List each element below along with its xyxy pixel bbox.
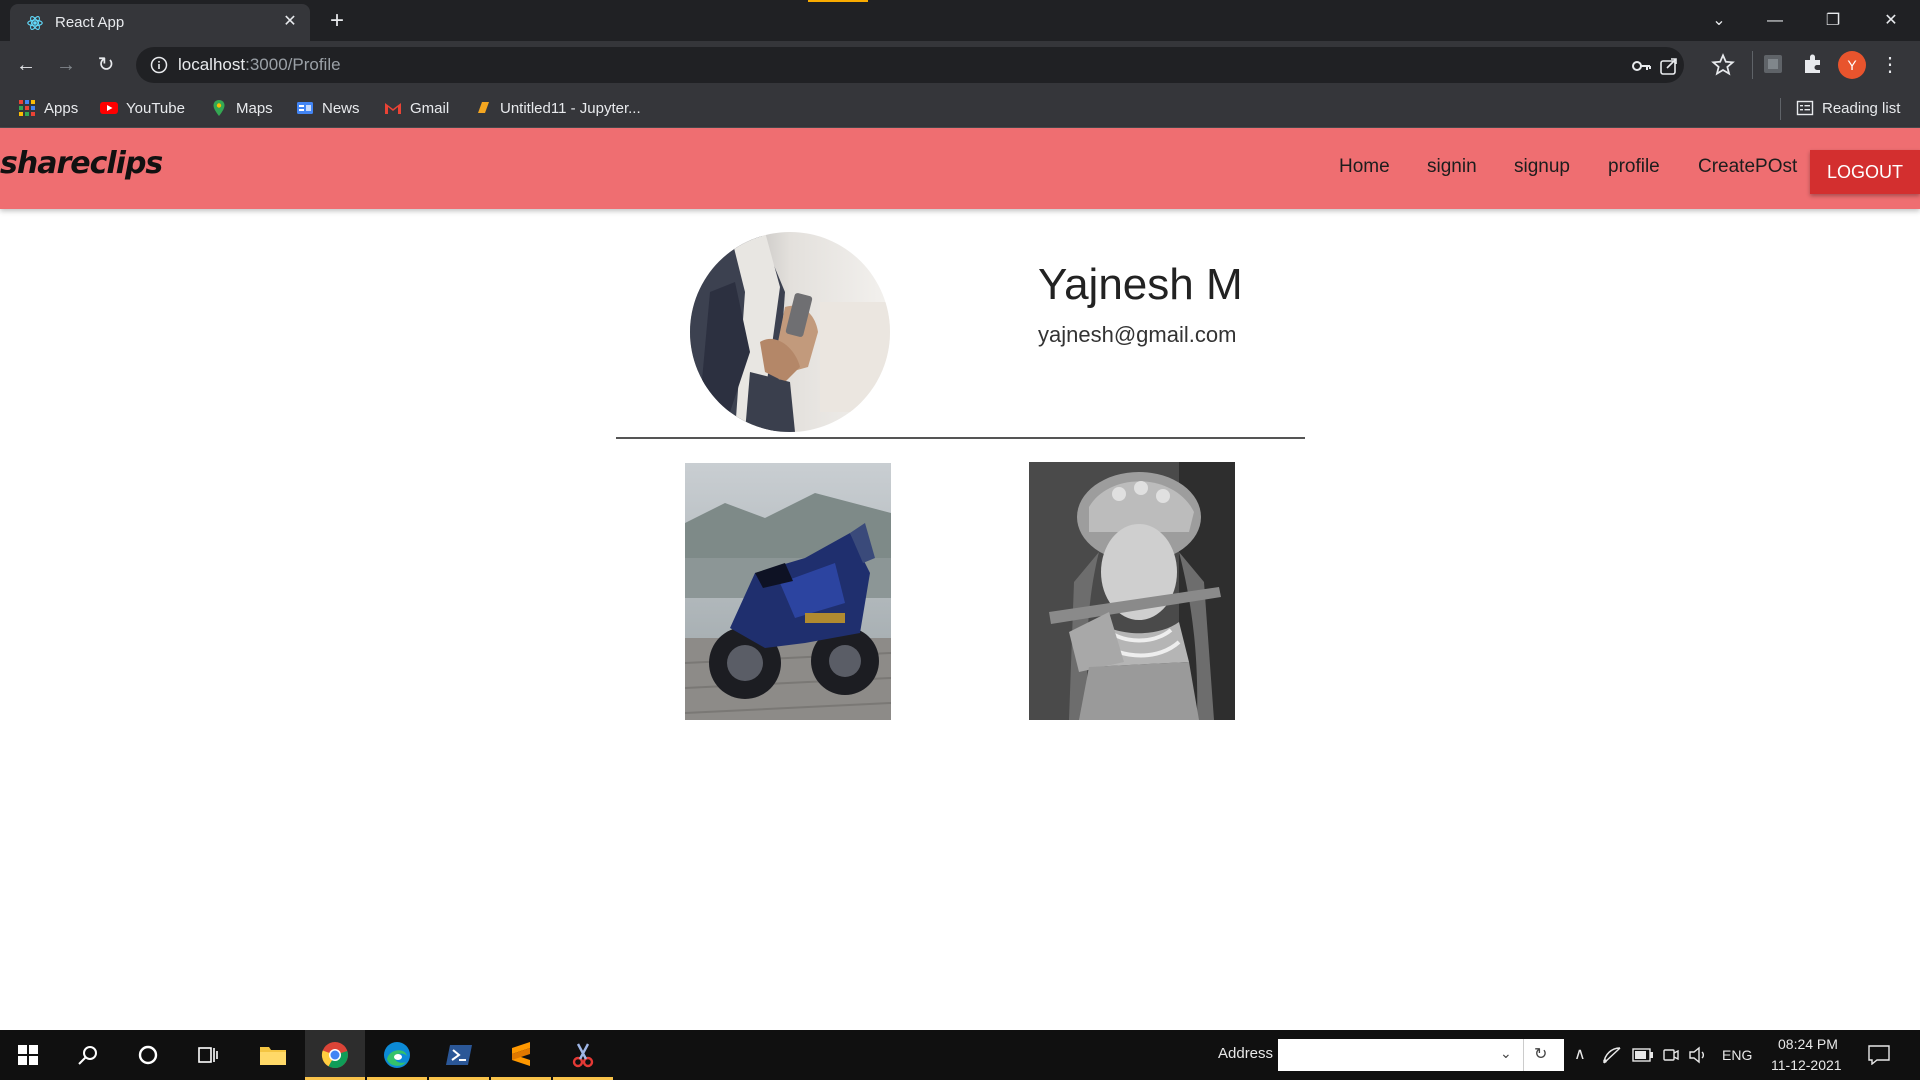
search-taskbar-button[interactable] <box>60 1030 120 1080</box>
windows-taskbar: Address ⌄ ↻ ∧ ENG 08:24 PM 11-12-2021 <box>0 1030 1920 1080</box>
gmail-icon <box>385 103 401 114</box>
nav-createpost-link[interactable]: CreatePOst <box>1698 156 1797 178</box>
reading-list-icon <box>1796 100 1814 116</box>
profile-email: yajnesh@gmail.com <box>1038 322 1237 347</box>
chrome-icon <box>321 1042 348 1069</box>
maps-icon <box>213 100 225 116</box>
apps-grid-icon <box>19 100 35 116</box>
powershell-taskbar-button[interactable] <box>429 1030 489 1080</box>
snipping-tool-taskbar-button[interactable] <box>553 1030 613 1080</box>
clock-date[interactable]: 11-12-2021 <box>1771 1057 1842 1073</box>
address-bar[interactable]: localhost:3000/Profile <box>136 47 1684 83</box>
bookmark-label: Maps <box>236 99 273 117</box>
restore-icon[interactable]: ❐ <box>1818 6 1848 36</box>
jupyter-icon <box>478 102 489 113</box>
bookmark-label: Gmail <box>410 99 450 117</box>
volume-icon[interactable] <box>1688 1046 1708 1064</box>
logout-button[interactable]: LOGOUT <box>1810 150 1920 194</box>
web-page: shareclips Home signin signup profile Cr… <box>0 128 1920 1030</box>
address-toolbar-input[interactable]: ⌄ ↻ <box>1278 1039 1564 1071</box>
cortana-circle-icon <box>138 1045 158 1065</box>
gallery-image-portrait[interactable] <box>1029 462 1235 720</box>
meet-now-icon[interactable] <box>1662 1046 1680 1064</box>
profile-divider <box>616 437 1305 439</box>
tab-strip-indicator <box>808 0 868 2</box>
address-go-icon[interactable]: ↻ <box>1534 1044 1547 1064</box>
chrome-taskbar-button[interactable] <box>305 1030 365 1080</box>
app-navbar: shareclips Home signin signup profile Cr… <box>0 128 1920 209</box>
password-key-icon[interactable] <box>1630 55 1652 77</box>
edge-icon <box>384 1042 410 1068</box>
profile-avatar[interactable]: Y <box>1838 51 1866 79</box>
bookmarks-separator <box>1780 98 1781 120</box>
wifi-icon[interactable] <box>1602 1046 1622 1064</box>
address-separator <box>1523 1039 1524 1071</box>
browser-tab-strip: React App ✕ + ⌄ — ❐ ✕ <box>0 0 1920 41</box>
battery-icon[interactable] <box>1632 1048 1654 1062</box>
reading-list-button[interactable]: Reading list <box>1796 89 1900 127</box>
powershell-icon <box>446 1045 472 1065</box>
brand-logo[interactable]: shareclips <box>0 146 163 181</box>
bookmark-label: Untitled11 - Jupyter... <box>500 99 641 117</box>
news-icon <box>297 102 313 114</box>
search-icon <box>78 1046 97 1065</box>
share-icon[interactable] <box>1658 55 1680 77</box>
nav-home-link[interactable]: Home <box>1339 156 1390 178</box>
task-view-button[interactable] <box>180 1030 240 1080</box>
start-button[interactable] <box>0 1030 60 1080</box>
bookmark-label: News <box>322 99 360 117</box>
new-tab-icon[interactable]: + <box>324 8 350 34</box>
bookmarks-bar: Apps YouTube Maps News Gmail Untitled11 … <box>0 89 1920 128</box>
bookmark-maps[interactable]: Maps <box>210 89 273 127</box>
bookmark-gmail[interactable]: Gmail <box>384 89 449 127</box>
language-indicator[interactable]: ENG <box>1722 1047 1752 1063</box>
tab-search-icon[interactable]: ⌄ <box>1704 6 1734 36</box>
bookmark-jupyter[interactable]: Untitled11 - Jupyter... <box>474 89 641 127</box>
nav-signup-link[interactable]: signup <box>1514 156 1570 178</box>
nav-signin-link[interactable]: signin <box>1427 156 1477 178</box>
youtube-icon <box>100 102 118 114</box>
forward-icon[interactable]: → <box>50 49 82 81</box>
task-view-icon <box>198 1047 218 1063</box>
back-icon[interactable]: ← <box>10 49 42 81</box>
reading-list-label: Reading list <box>1822 99 1901 117</box>
minimize-icon[interactable]: — <box>1760 6 1790 36</box>
notifications-icon[interactable] <box>1868 1045 1890 1065</box>
react-icon <box>27 16 43 30</box>
profile-avatar-image <box>690 232 890 432</box>
bookmark-apps[interactable]: Apps <box>18 89 78 127</box>
sublime-text-icon <box>512 1042 530 1066</box>
browser-toolbar: ← → ↻ localhost:3000/Profile Y ⋮ <box>0 41 1920 89</box>
toolbar-separator <box>1752 51 1753 79</box>
chrome-menu-icon[interactable]: ⋮ <box>1880 51 1900 79</box>
bookmark-label: YouTube <box>126 99 185 117</box>
site-info-icon[interactable] <box>150 56 168 74</box>
tray-overflow-icon[interactable]: ∧ <box>1574 1044 1586 1064</box>
nav-profile-link[interactable]: profile <box>1608 156 1660 178</box>
cortana-button[interactable] <box>120 1030 180 1080</box>
gallery-image-motorcycle[interactable] <box>685 463 891 720</box>
tab-close-icon[interactable]: ✕ <box>280 12 300 32</box>
bookmark-news[interactable]: News <box>296 89 360 127</box>
tab-title: React App <box>55 14 125 31</box>
address-dropdown-icon[interactable]: ⌄ <box>1500 1045 1512 1062</box>
scissors-icon <box>572 1043 594 1068</box>
bookmark-star-icon[interactable] <box>1710 52 1736 78</box>
extension-tile-icon[interactable] <box>1760 51 1786 77</box>
sublime-taskbar-button[interactable] <box>491 1030 551 1080</box>
edge-taskbar-button[interactable] <box>367 1030 427 1080</box>
windows-logo-icon <box>18 1045 38 1065</box>
profile-name: Yajnesh M <box>1038 260 1243 309</box>
url-text: localhost:3000/Profile <box>178 55 341 74</box>
bookmark-label: Apps <box>44 99 79 117</box>
address-toolbar-label: Address <box>1218 1045 1274 1062</box>
folder-icon <box>260 1047 286 1065</box>
bookmark-youtube[interactable]: YouTube <box>100 89 185 127</box>
file-explorer-button[interactable] <box>243 1030 303 1080</box>
reload-icon[interactable]: ↻ <box>90 49 122 81</box>
window-close-icon[interactable]: ✕ <box>1876 6 1906 36</box>
clock-time[interactable]: 08:24 PM <box>1778 1036 1838 1052</box>
tab-react-app[interactable]: React App ✕ <box>10 4 310 41</box>
extensions-puzzle-icon[interactable] <box>1800 51 1826 77</box>
